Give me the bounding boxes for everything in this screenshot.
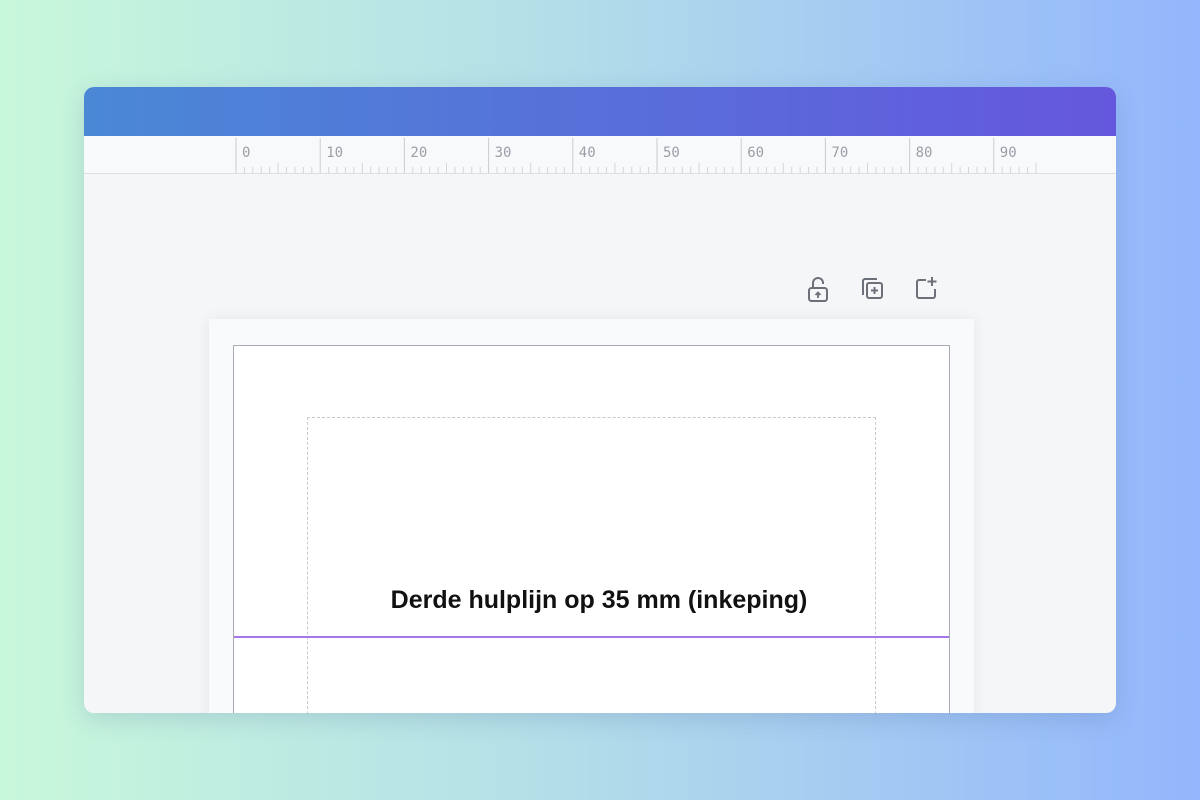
ruler-mark-label: 40	[579, 145, 596, 161]
ruler-mark-label: 0	[242, 145, 250, 161]
window-titlebar	[84, 87, 1116, 136]
page-toolbar	[804, 275, 940, 303]
guide-line[interactable]	[234, 636, 949, 638]
ruler-mark-label: 50	[663, 145, 680, 161]
unlock-icon	[808, 277, 828, 302]
ruler-mark-label: 30	[495, 145, 512, 161]
ruler-mark-label: 90	[1000, 145, 1017, 161]
safe-area-boundary	[307, 417, 876, 713]
design-page[interactable]: Derde hulplijn op 35 mm (inkeping)	[233, 345, 950, 713]
ruler-scale: 0 10 20 30 40 50 60 70 80 90	[235, 138, 1037, 173]
guide-caption: Derde hulplijn op 35 mm (inkeping)	[390, 586, 808, 614]
ruler-mark-label: 10	[326, 145, 343, 161]
ruler-mark-label: 60	[747, 145, 764, 161]
ruler-mark-label: 70	[831, 145, 848, 161]
add-page-icon	[916, 277, 937, 299]
lock-page-button[interactable]	[804, 275, 832, 303]
duplicate-page-button[interactable]	[858, 275, 886, 303]
add-page-button[interactable]	[912, 275, 940, 303]
editor-window: 0 10 20 30 40 50 60 70 80 90 Derde hulpl…	[84, 87, 1116, 713]
horizontal-ruler[interactable]: 0 10 20 30 40 50 60 70 80 90	[84, 136, 1116, 174]
duplicate-page-icon	[862, 278, 883, 299]
ruler-mark-label: 80	[916, 145, 933, 161]
ruler-mark-label: 20	[410, 145, 427, 161]
